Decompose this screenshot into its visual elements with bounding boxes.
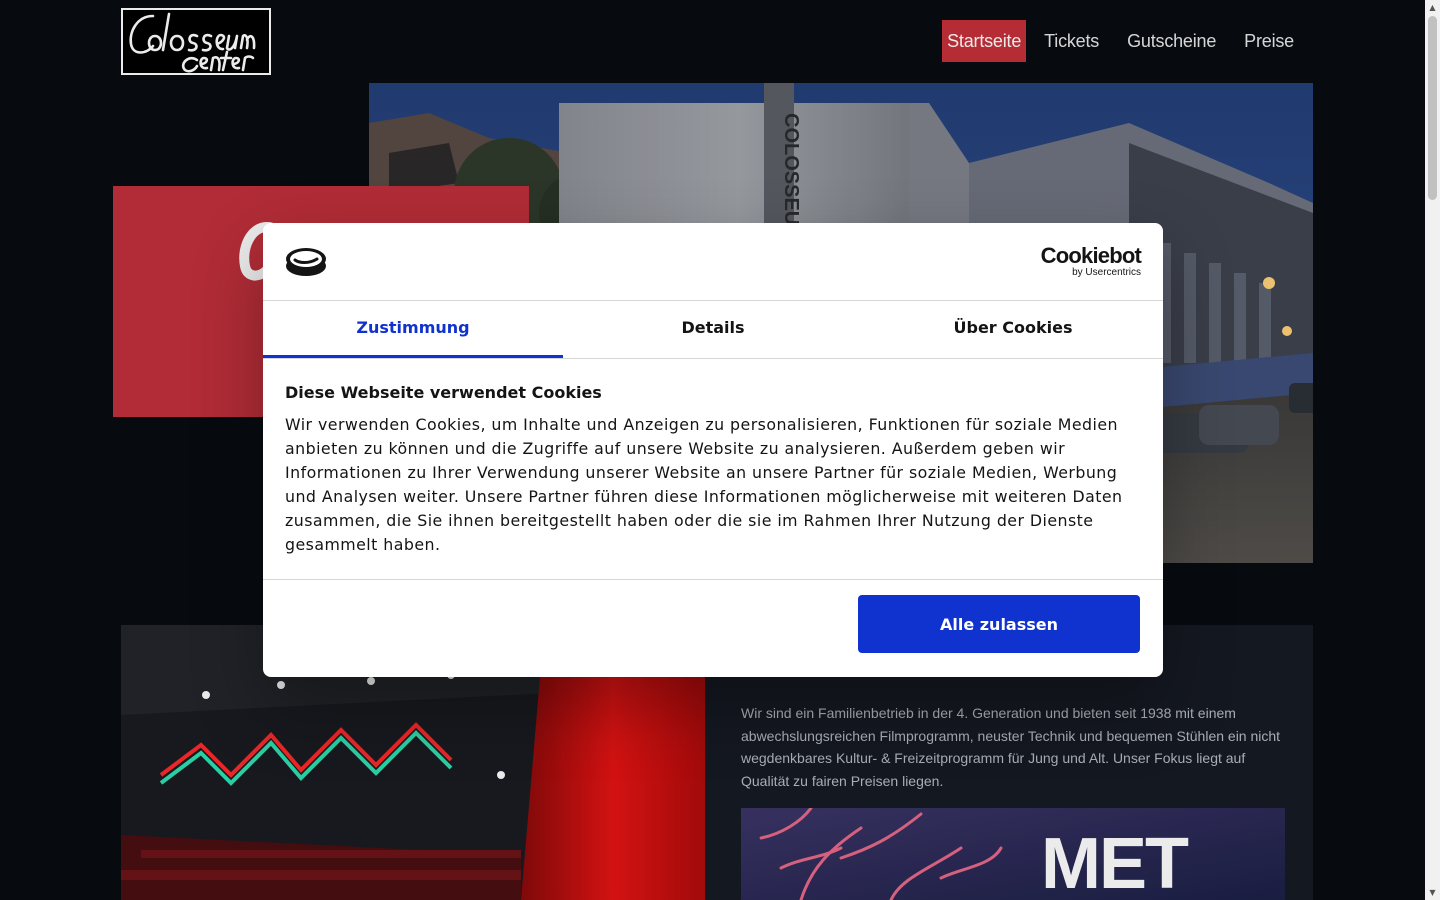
allow-all-button[interactable]: Alle zulassen	[858, 595, 1140, 653]
dialog-description: Wir verwenden Cookies, um Inhalte und An…	[285, 415, 1123, 554]
scroll-up-arrow-icon[interactable]: ▲	[1425, 0, 1440, 15]
cookiebot-brand: Cookiebot	[1040, 243, 1142, 268]
dialog-tabs: Zustimmung Details Über Cookies	[263, 301, 1163, 359]
cookie-consent-dialog: Cookiebot by Usercentrics Zustimmung Det…	[263, 223, 1163, 677]
dialog-footer: Alle zulassen	[263, 580, 1163, 676]
tab-ueber-cookies[interactable]: Über Cookies	[863, 301, 1163, 358]
page-scrollbar[interactable]: ▲ ▼	[1425, 0, 1440, 900]
scrollbar-thumb[interactable]	[1428, 16, 1437, 200]
dialog-title: Diese Webseite verwendet Cookies	[285, 383, 602, 402]
cookiebot-logo[interactable]: Cookiebot by Usercentrics	[1040, 243, 1142, 278]
dialog-body: Diese Webseite verwendet Cookies Wir ver…	[263, 359, 1163, 580]
tab-details[interactable]: Details	[563, 301, 863, 358]
cookiebot-brand-sub: by Usercentrics	[1072, 267, 1141, 278]
dialog-header: Cookiebot by Usercentrics	[263, 223, 1163, 301]
tab-zustimmung[interactable]: Zustimmung	[263, 301, 563, 358]
scroll-down-arrow-icon[interactable]: ▼	[1425, 885, 1440, 900]
site-favicon-icon	[285, 245, 327, 281]
